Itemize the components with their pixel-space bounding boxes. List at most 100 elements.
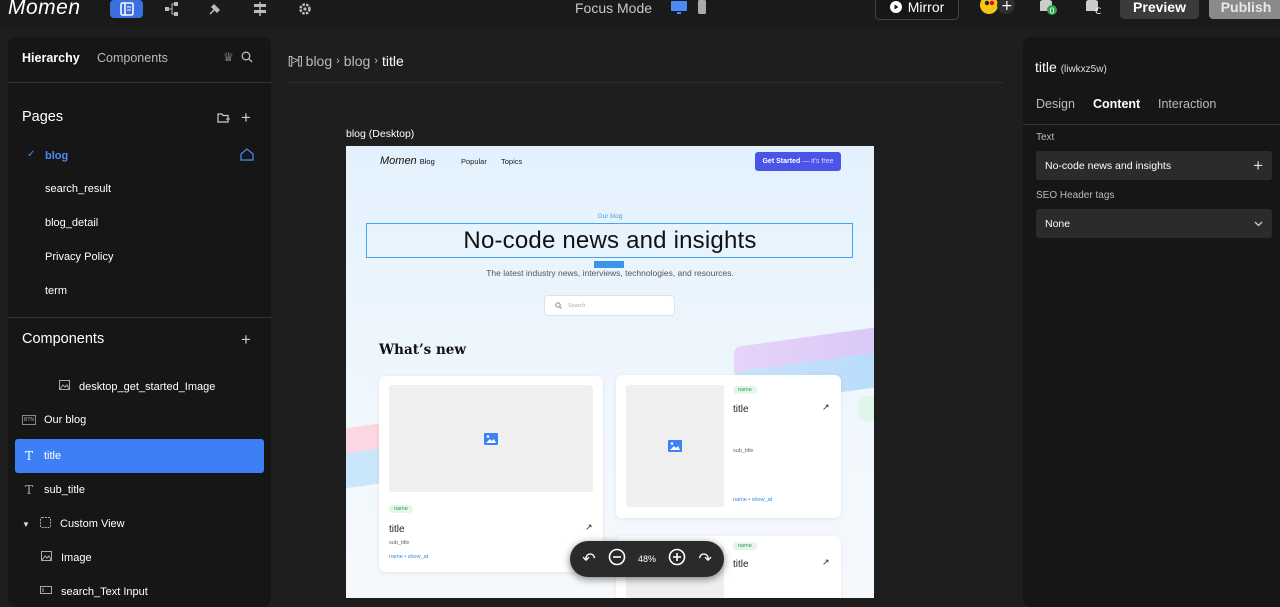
breadcrumb-item[interactable]: blog xyxy=(306,53,332,69)
arrow-up-right-icon[interactable]: ↗ xyxy=(585,522,593,533)
undo-icon[interactable]: ↶ xyxy=(582,549,595,569)
nav-link-topics[interactable]: Topics xyxy=(501,157,522,166)
image-icon xyxy=(668,440,682,452)
data-model-icon[interactable] xyxy=(155,0,188,18)
text-icon: T xyxy=(24,449,33,463)
text-content-field[interactable]: No-code news and insights + xyxy=(1036,151,1272,180)
blog-card[interactable]: name title ↗ sub_title name • show_at xyxy=(379,376,603,572)
search-icon[interactable] xyxy=(241,50,253,68)
section-title: What’s new xyxy=(379,342,466,358)
mirror-button[interactable]: Mirror xyxy=(875,0,959,20)
collaborators-avatar[interactable]: + xyxy=(979,0,1019,17)
text-icon: T xyxy=(24,483,33,497)
tree-item-image[interactable]: Image xyxy=(39,551,92,564)
card-title: title xyxy=(733,559,749,570)
add-page-icon[interactable]: + xyxy=(241,108,251,128)
chevron-down-icon xyxy=(1254,221,1263,226)
canvas-frame[interactable]: Momen Blog Popular Topics Get Started — i… xyxy=(346,146,874,598)
top-bar: Momen Focus Mode Mirror + 0 C Preview Pu… xyxy=(0,0,1280,27)
redo-icon[interactable]: ↷ xyxy=(698,549,711,569)
tree-item-our-blog[interactable]: BTN Our blog xyxy=(22,414,86,426)
page-item-term[interactable]: term xyxy=(45,285,67,297)
caret-down-icon[interactable]: ▼ xyxy=(22,520,30,529)
tree-item-search-text-input[interactable]: search_Text Input xyxy=(39,585,148,598)
github-icon[interactable]: ♕ xyxy=(223,50,234,64)
page-item-search-result[interactable]: search_result xyxy=(45,183,111,195)
image-icon xyxy=(57,380,71,393)
check-icon: ✓ xyxy=(27,149,36,160)
zoom-level: 48% xyxy=(637,554,656,564)
tree-item-desktop-get-started-image[interactable]: desktop_get_started_Image xyxy=(57,380,215,393)
card-meta: name • show_at xyxy=(389,554,429,560)
api-icon[interactable] xyxy=(243,0,276,18)
zoom-out-icon[interactable] xyxy=(608,548,626,571)
pages-title: Pages xyxy=(22,109,64,125)
svg-text:+: + xyxy=(1001,0,1013,14)
components-title: Components xyxy=(22,331,105,347)
component-tree-icon: []>[] xyxy=(288,55,303,67)
seo-header-tags-select[interactable]: None xyxy=(1036,209,1272,238)
tag-pill: name xyxy=(733,542,757,550)
card-subtitle: sub_title xyxy=(733,448,754,454)
nav-link-popular[interactable]: Popular xyxy=(461,157,487,166)
tree-item-sub-title[interactable]: T sub_title xyxy=(22,483,85,497)
selected-element-title: title (liwkxz5w) xyxy=(1035,59,1107,75)
card-subtitle: sub_title xyxy=(389,540,410,546)
page-item-privacy-policy[interactable]: Privacy Policy xyxy=(45,251,113,263)
search-icon xyxy=(555,302,562,309)
image-icon xyxy=(39,551,53,564)
image-placeholder xyxy=(389,385,593,492)
blog-card[interactable]: name title ↗ sub_title name • show_at xyxy=(616,375,841,518)
site-logo[interactable]: Momen Blog xyxy=(380,155,435,167)
add-binding-icon[interactable]: + xyxy=(1253,156,1263,176)
cache-icon[interactable]: C xyxy=(1084,0,1104,17)
settings-gear-icon[interactable] xyxy=(288,0,321,18)
arrow-up-right-icon[interactable]: ↗ xyxy=(822,557,830,568)
database-icon[interactable]: 0 xyxy=(1038,0,1058,16)
blog-search-input[interactable]: Search xyxy=(544,295,675,316)
mobile-view-icon[interactable] xyxy=(697,0,709,16)
breadcrumb: []>[] blog › blog › title xyxy=(288,53,404,69)
tree-item-title[interactable]: T title xyxy=(22,449,61,463)
actionflow-icon[interactable] xyxy=(198,0,231,18)
arrow-up-right-icon[interactable]: ↗ xyxy=(822,402,830,413)
divider xyxy=(8,317,271,318)
add-folder-icon[interactable] xyxy=(217,111,230,129)
hero-title[interactable]: No-code news and insights xyxy=(346,227,874,255)
selection-size-tag xyxy=(594,261,624,268)
get-started-button[interactable]: Get Started — it's free xyxy=(755,152,841,171)
pages-view-icon[interactable] xyxy=(110,0,143,18)
publish-button[interactable]: Publish xyxy=(1209,0,1280,19)
tab-components[interactable]: Components xyxy=(97,51,168,65)
image-icon xyxy=(484,432,498,445)
zoom-in-icon[interactable] xyxy=(668,548,686,571)
tag-pill: name xyxy=(389,505,413,513)
left-panel: Hierarchy Components ♕ Pages + ✓ blog se… xyxy=(8,37,271,607)
preview-button[interactable]: Preview xyxy=(1120,0,1199,19)
breadcrumb-item[interactable]: blog xyxy=(344,53,370,69)
tree-item-custom-view[interactable]: ▼ Custom View xyxy=(22,517,125,531)
add-component-icon[interactable]: + xyxy=(241,330,251,350)
play-icon xyxy=(889,1,902,13)
home-icon xyxy=(240,148,254,166)
divider xyxy=(1023,124,1280,125)
tab-interaction[interactable]: Interaction xyxy=(1158,97,1216,111)
card-meta: name • show_at xyxy=(733,497,773,503)
chevron-right-icon: › xyxy=(374,55,378,67)
input-icon xyxy=(39,585,53,598)
tab-content[interactable]: Content xyxy=(1093,97,1140,111)
view-icon xyxy=(38,517,52,531)
chevron-right-icon: › xyxy=(336,55,340,67)
page-item-blog[interactable]: blog xyxy=(45,150,68,162)
page-item-blog-detail[interactable]: blog_detail xyxy=(45,217,98,229)
tag-pill: name xyxy=(733,386,757,394)
tab-hierarchy[interactable]: Hierarchy xyxy=(22,51,80,65)
image-placeholder xyxy=(626,385,724,507)
tab-design[interactable]: Design xyxy=(1036,97,1075,111)
decorative-shape xyxy=(858,396,874,421)
desktop-view-icon[interactable] xyxy=(670,0,690,16)
canvas-frame-label: blog (Desktop) xyxy=(346,128,415,140)
text-label: Text xyxy=(1036,132,1055,143)
our-blog-label: Our blog xyxy=(597,213,623,220)
card-title: title xyxy=(733,404,749,415)
